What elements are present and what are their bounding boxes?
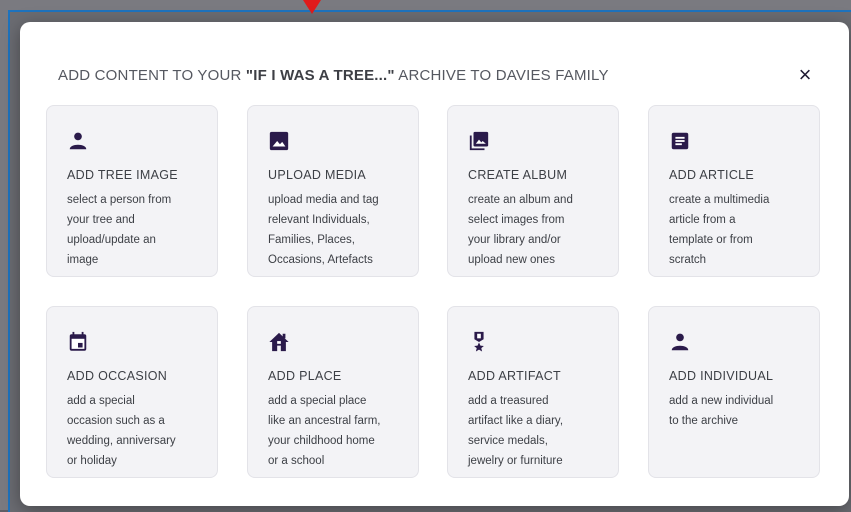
album-icon xyxy=(468,130,490,152)
card-description: select a person from your tree and uploa… xyxy=(67,194,172,266)
add-place-card[interactable]: ADD PLACE add a special place like an an… xyxy=(247,306,419,478)
card-description: add a new individual to the archive xyxy=(669,395,774,427)
card-description: add a treasured artifact like a diary, s… xyxy=(468,395,564,467)
calendar-icon xyxy=(67,331,89,353)
card-title: ADD TREE IMAGE xyxy=(67,168,178,182)
card-description: add a special place like an ancestral fa… xyxy=(268,395,381,467)
card-title: ADD ARTICLE xyxy=(669,168,755,182)
card-title: ADD PLACE xyxy=(268,369,342,383)
add-article-card[interactable]: ADD ARTICLE create a multimedia article … xyxy=(648,105,820,277)
add-occasion-card[interactable]: ADD OCCASION add a special occasion such… xyxy=(46,306,218,478)
archive-name: "IF I WAS A TREE..." xyxy=(245,67,395,84)
card-title: ADD INDIVIDUAL xyxy=(669,369,774,383)
home-icon xyxy=(268,331,290,353)
card-title: CREATE ALBUM xyxy=(468,168,568,182)
create-album-card[interactable]: CREATE ALBUM create an album and select … xyxy=(447,105,619,277)
card-description: create an album and select images from y… xyxy=(468,194,573,266)
person-icon xyxy=(669,331,691,353)
card-title: ADD ARTIFACT xyxy=(468,369,561,383)
card-description: add a special occasion such as a wedding… xyxy=(67,395,176,467)
card-title: ADD OCCASION xyxy=(67,369,168,383)
person-icon xyxy=(67,130,89,152)
article-icon xyxy=(669,130,691,152)
add-content-modal: ADD CONTENT TO YOUR "IF I WAS A TREE..."… xyxy=(20,22,849,506)
add-tree-image-card[interactable]: ADD TREE IMAGE select a person from your… xyxy=(46,105,218,277)
medal-icon xyxy=(468,331,490,353)
modal-title: ADD CONTENT TO YOUR "IF I WAS A TREE..."… xyxy=(58,67,609,84)
card-description: upload media and tag relevant Individual… xyxy=(268,194,379,266)
add-individual-card[interactable]: ADD INDIVIDUAL add a new individual to t… xyxy=(648,306,820,478)
add-artifact-card[interactable]: ADD ARTIFACT add a treasured artifact li… xyxy=(447,306,619,478)
location-marker-icon xyxy=(303,0,321,14)
image-icon xyxy=(268,130,290,152)
close-button[interactable]: × xyxy=(792,62,818,88)
card-title: UPLOAD MEDIA xyxy=(268,168,367,182)
upload-media-card[interactable]: UPLOAD MEDIA upload media and tag releva… xyxy=(247,105,419,277)
card-description: create a multimedia article from a templ… xyxy=(669,194,770,266)
